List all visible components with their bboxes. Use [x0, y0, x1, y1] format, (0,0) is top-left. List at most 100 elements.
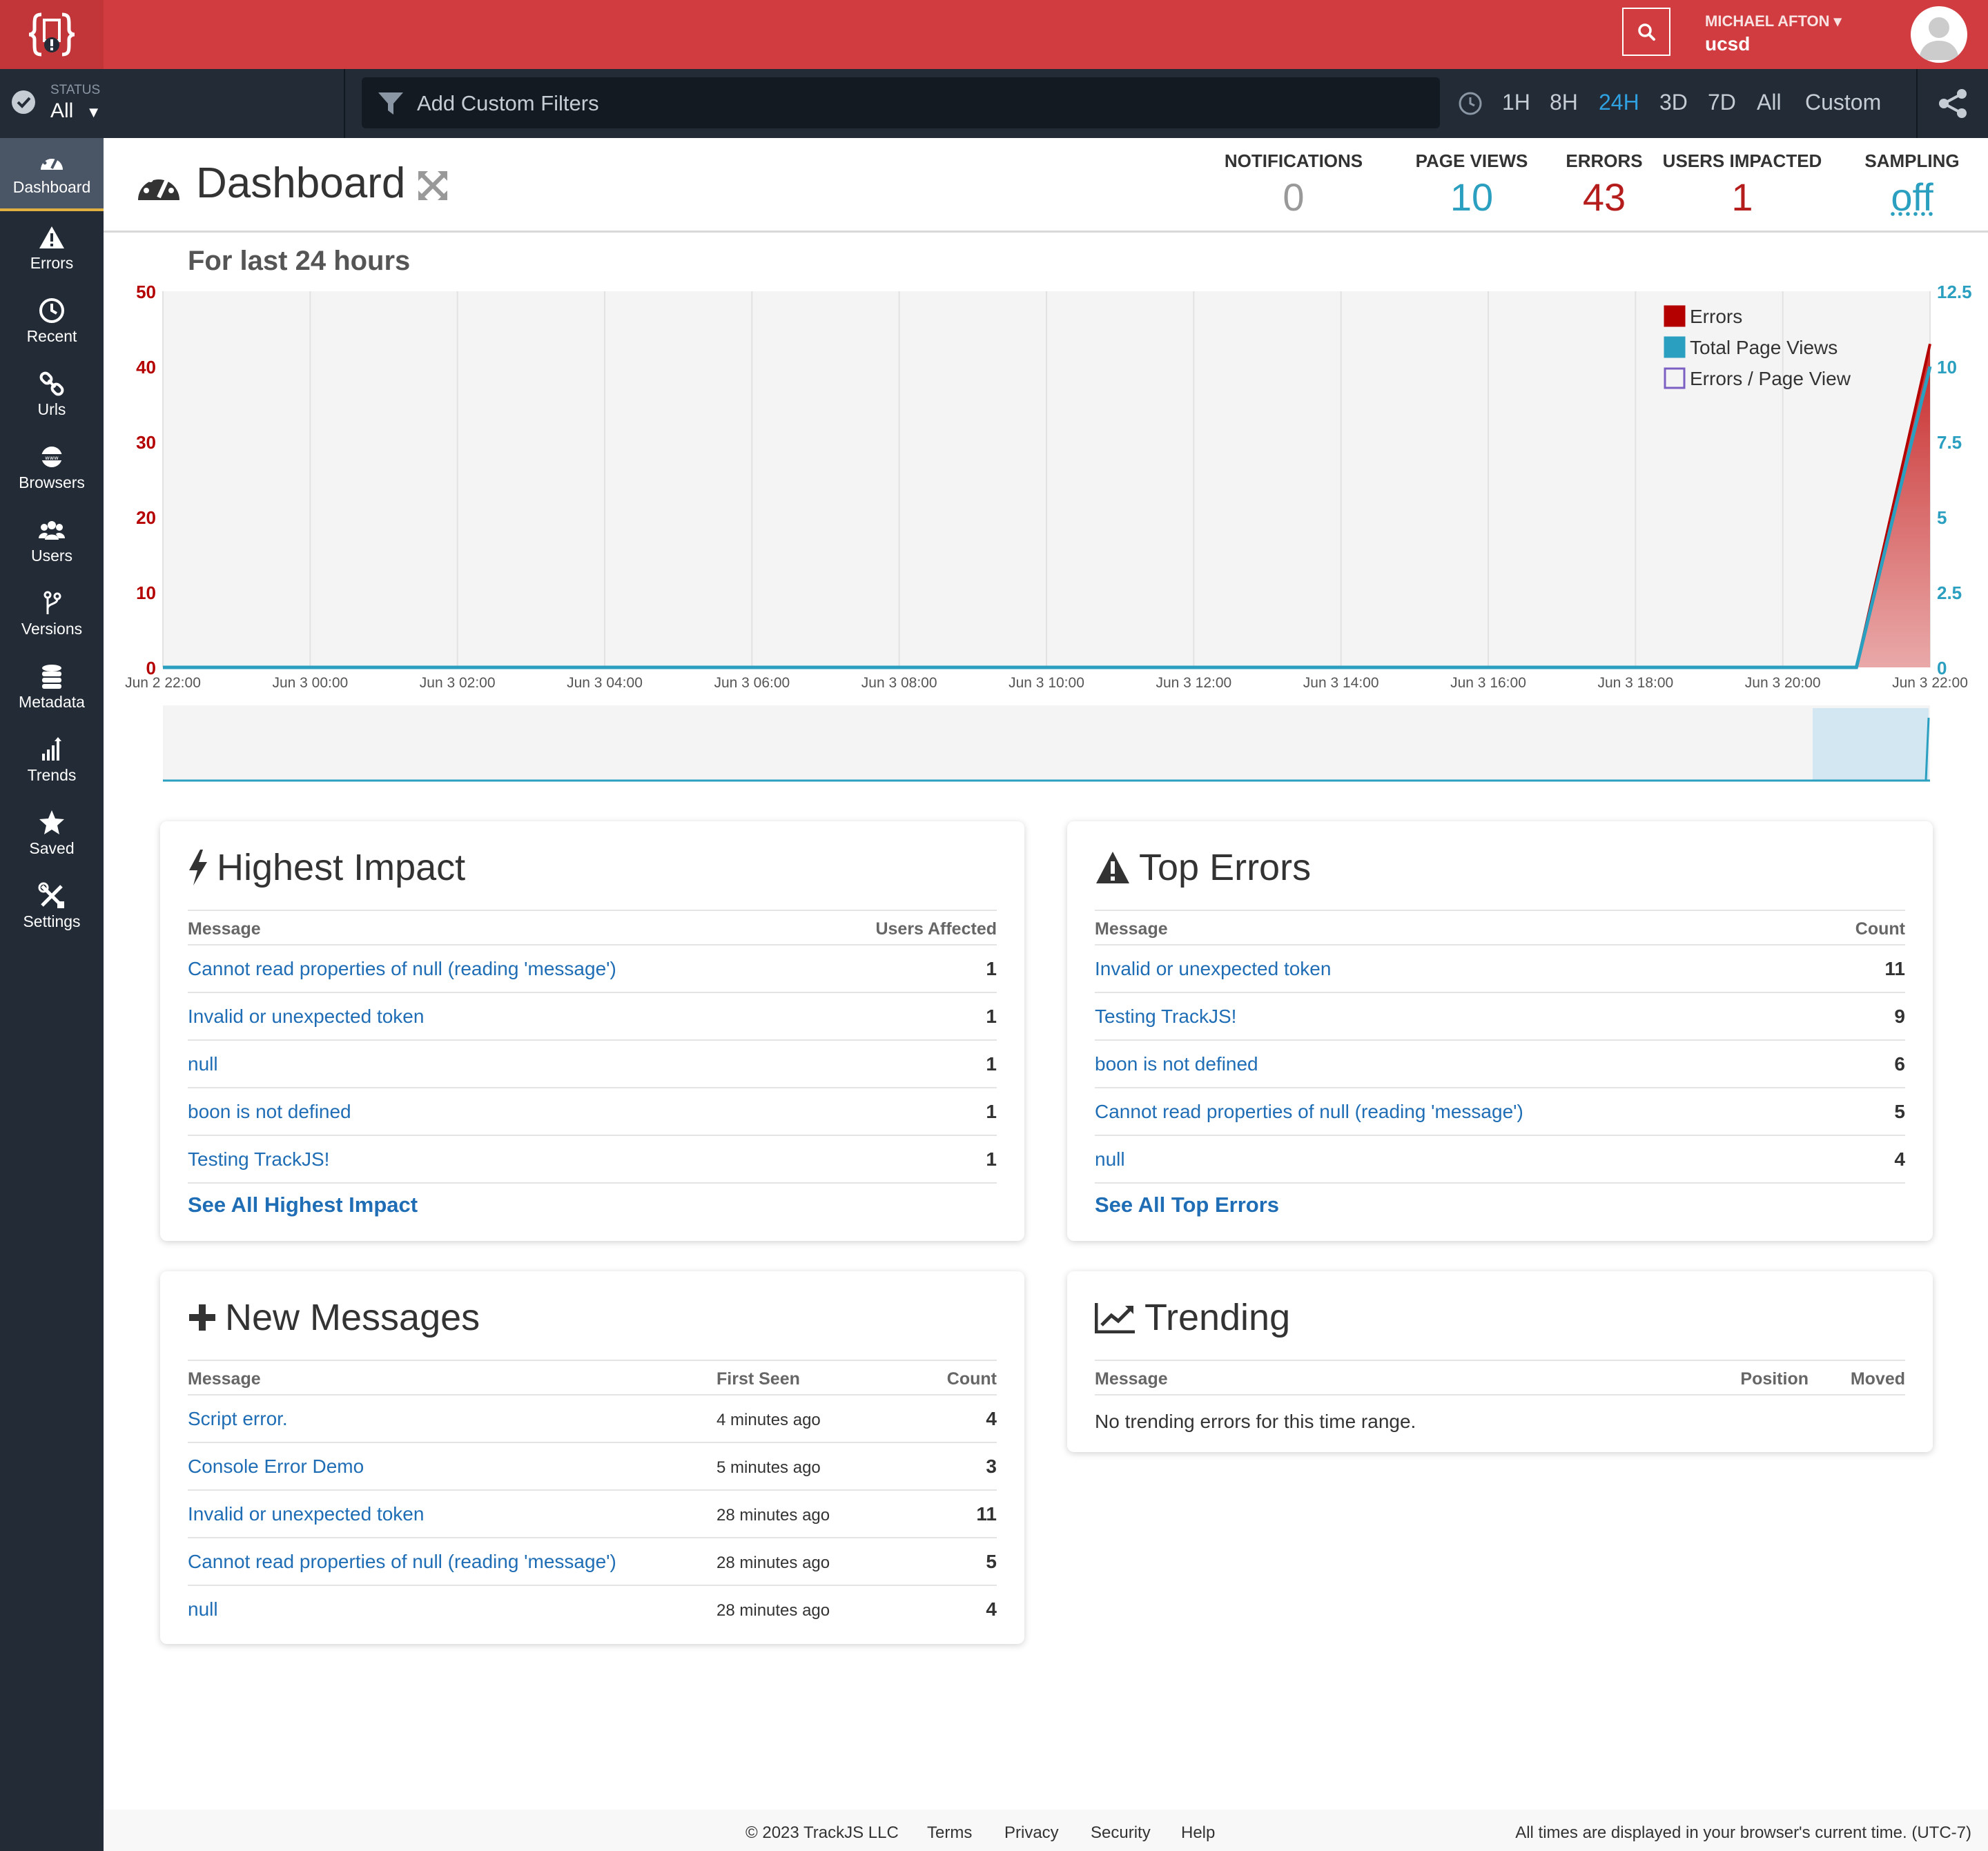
range-navigator[interactable] — [163, 705, 1930, 782]
timezone-note: All times are displayed in your browser'… — [1515, 1823, 1971, 1842]
table-row[interactable]: null 28 minutes ago 4 — [188, 1586, 997, 1634]
y-right-tick-label: 2.5 — [1937, 582, 1962, 603]
sidebar-item-settings[interactable]: Settings — [0, 872, 104, 946]
table-row[interactable]: Testing TrackJS! 1 — [188, 1136, 997, 1184]
expand-icon[interactable] — [416, 168, 450, 203]
table-row[interactable]: Testing TrackJS! 9 — [1095, 993, 1905, 1041]
stat-notifications[interactable]: NOTIFICATIONS 0 — [1220, 150, 1367, 219]
table-row[interactable]: Invalid or unexpected token 11 — [1095, 946, 1905, 993]
stat-sampling[interactable]: SAMPLING off — [1850, 150, 1974, 219]
avatar[interactable] — [1911, 6, 1967, 63]
sidebar-label: Saved — [29, 839, 75, 857]
stat-users-impacted[interactable]: USERS IMPACTED 1 — [1658, 150, 1826, 219]
table-header: Message Users Affected — [188, 910, 997, 946]
star-icon — [39, 810, 64, 834]
sidebar-item-trends[interactable]: Trends — [0, 726, 104, 799]
page-title: Dashboard — [196, 159, 406, 207]
error-message-link[interactable]: Testing TrackJS! — [1095, 1006, 1236, 1028]
error-message-link[interactable]: Invalid or unexpected token — [188, 1503, 424, 1525]
x-tick-label: Jun 2 22:00 — [125, 675, 201, 691]
sidebar-item-saved[interactable]: Saved — [0, 799, 104, 872]
footer-link-terms[interactable]: Terms — [927, 1823, 972, 1843]
error-chart[interactable]: 0102030405002.557.51012.5 Jun 2 22:00 Jun… — [104, 276, 1988, 787]
range-custom[interactable]: Custom — [1805, 90, 1881, 115]
footer-link-help[interactable]: Help — [1181, 1823, 1215, 1843]
error-message-link[interactable]: Cannot read properties of null (reading … — [1095, 1101, 1523, 1123]
row-value: 5 — [1894, 1101, 1905, 1122]
sidebar-item-recent[interactable]: Recent — [0, 287, 104, 360]
error-message-link[interactable]: null — [1095, 1148, 1125, 1171]
trackjs-logo[interactable] — [0, 0, 104, 69]
col-message: Message — [188, 1369, 261, 1389]
status-selector[interactable]: STATUS All ▼ — [0, 69, 345, 138]
range-8h[interactable]: 8H — [1550, 90, 1578, 115]
sidebar-label: Browsers — [19, 473, 85, 491]
org-name[interactable]: ucsd — [1705, 33, 1750, 55]
row-value: 6 — [1894, 1053, 1905, 1075]
first-seen: 4 minutes ago — [717, 1411, 821, 1429]
error-message-link[interactable]: Cannot read properties of null (reading … — [188, 1551, 616, 1573]
share-button[interactable] — [1916, 69, 1988, 138]
table-row[interactable]: Script error. 4 minutes ago 4 — [188, 1395, 997, 1443]
error-message-link[interactable]: Invalid or unexpected token — [188, 1006, 424, 1028]
footer-link-privacy[interactable]: Privacy — [1004, 1823, 1059, 1843]
legend-swatch — [1664, 305, 1686, 327]
table-header: Message Count — [1095, 910, 1905, 946]
footer-link-security[interactable]: Security — [1091, 1823, 1151, 1843]
table-row[interactable]: null 4 — [1095, 1136, 1905, 1184]
table-row[interactable]: Cannot read properties of null (reading … — [188, 1538, 997, 1586]
table-row[interactable]: Cannot read properties of null (reading … — [1095, 1088, 1905, 1136]
error-message-link[interactable]: Cannot read properties of null (reading … — [188, 958, 616, 980]
sidebar-item-errors[interactable]: Errors — [0, 214, 104, 287]
clock-icon — [1459, 92, 1482, 115]
error-message-link[interactable]: null — [188, 1598, 218, 1620]
error-message-link[interactable]: Script error. — [188, 1408, 288, 1430]
first-seen: 5 minutes ago — [717, 1458, 821, 1477]
range-all[interactable]: All — [1757, 90, 1782, 115]
custom-filter-input[interactable]: Add Custom Filters — [362, 77, 1440, 128]
sidebar-item-metadata[interactable]: Metadata — [0, 653, 104, 726]
stat-page-views[interactable]: PAGE VIEWS 10 — [1399, 150, 1545, 219]
col-count: Count — [946, 1369, 997, 1389]
y-left-tick-label: 20 — [136, 507, 156, 528]
filter-placeholder: Add Custom Filters — [417, 91, 599, 115]
range-1h[interactable]: 1H — [1502, 90, 1530, 115]
sidebar-label: Recent — [26, 327, 77, 345]
table-row[interactable]: boon is not defined 1 — [188, 1088, 997, 1136]
status-value: All ▼ — [50, 99, 101, 122]
sidebar-item-browsers[interactable]: www Browsers — [0, 433, 104, 507]
error-message-link[interactable]: null — [188, 1053, 218, 1075]
sidebar-label: Versions — [21, 620, 83, 638]
user-name[interactable]: MICHAEL AFTON ▾ — [1705, 12, 1842, 30]
database-icon — [42, 665, 61, 689]
y-left-tick-label: 40 — [136, 357, 156, 378]
row-value: 11 — [1884, 958, 1905, 979]
x-tick-label: Jun 3 14:00 — [1303, 675, 1379, 691]
see-all-top-errors-link[interactable]: See All Top Errors — [1095, 1193, 1279, 1217]
search-button[interactable] — [1622, 8, 1670, 56]
sidebar-item-dashboard[interactable]: Dashboard — [0, 138, 104, 211]
table-row[interactable]: Console Error Demo 5 minutes ago 3 — [188, 1443, 997, 1491]
table-row[interactable]: Invalid or unexpected token 1 — [188, 993, 997, 1041]
error-message-link[interactable]: boon is not defined — [188, 1101, 351, 1123]
error-message-link[interactable]: Invalid or unexpected token — [1095, 958, 1331, 980]
table-row[interactable]: Invalid or unexpected token 28 minutes ag… — [188, 1491, 997, 1538]
sidebar-item-versions[interactable]: Versions — [0, 580, 104, 653]
table-row[interactable]: boon is not defined 6 — [1095, 1041, 1905, 1088]
dashboard-icon — [41, 153, 63, 170]
col-count: Count — [1855, 919, 1905, 939]
sidebar-item-urls[interactable]: Urls — [0, 360, 104, 433]
range-3d[interactable]: 3D — [1659, 90, 1688, 115]
table-row[interactable]: Cannot read properties of null (reading … — [188, 946, 997, 993]
range-24h[interactable]: 24H — [1599, 90, 1639, 115]
sidebar-item-users[interactable]: Users — [0, 507, 104, 580]
table-row[interactable]: null 1 — [188, 1041, 997, 1088]
range-7d[interactable]: 7D — [1708, 90, 1736, 115]
see-all-highest-impact-link[interactable]: See All Highest Impact — [188, 1193, 418, 1217]
stat-errors[interactable]: ERRORS 43 — [1542, 150, 1666, 219]
error-message-link[interactable]: Console Error Demo — [188, 1456, 364, 1478]
error-message-link[interactable]: Testing TrackJS! — [188, 1148, 329, 1171]
trending-empty-message: No trending errors for this time range. — [1095, 1411, 1416, 1432]
navigator-selection[interactable] — [1813, 708, 1929, 780]
error-message-link[interactable]: boon is not defined — [1095, 1053, 1258, 1075]
